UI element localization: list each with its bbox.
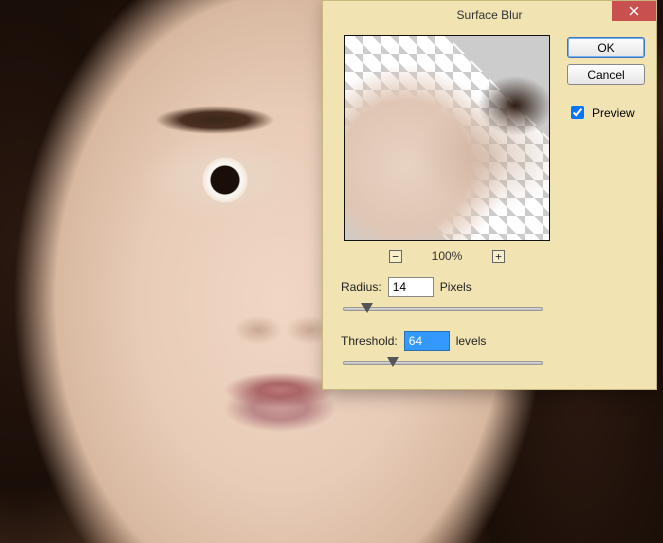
threshold-label: Threshold: <box>341 334 398 348</box>
radius-param: Radius: Pixels <box>341 277 553 317</box>
cancel-button[interactable]: Cancel <box>567 64 645 85</box>
radius-unit: Pixels <box>440 280 472 294</box>
preview-label: Preview <box>592 106 635 120</box>
slider-track <box>343 307 543 311</box>
preview-toggle[interactable]: Preview <box>567 103 645 122</box>
threshold-unit: levels <box>456 334 487 348</box>
close-button[interactable] <box>612 1 656 21</box>
zoom-in-button[interactable]: + <box>492 250 505 263</box>
zoom-value: 100% <box>430 249 464 263</box>
ok-label: OK <box>597 41 614 55</box>
plus-icon: + <box>495 251 502 262</box>
dialog-title: Surface Blur <box>323 8 656 22</box>
slider-thumb[interactable] <box>387 357 399 367</box>
titlebar[interactable]: Surface Blur <box>323 1 656 29</box>
threshold-param: Threshold: levels <box>341 331 553 371</box>
slider-thumb[interactable] <box>361 303 373 313</box>
radius-slider[interactable] <box>343 301 543 317</box>
minus-icon: − <box>392 251 399 262</box>
threshold-input[interactable] <box>404 331 450 351</box>
preview-checkbox[interactable] <box>571 106 584 119</box>
slider-track <box>343 361 543 365</box>
preview-thumbnail[interactable] <box>344 35 550 241</box>
close-icon <box>629 6 639 16</box>
radius-input[interactable] <box>388 277 434 297</box>
surface-blur-dialog: Surface Blur − 100% + Radius: <box>322 0 657 390</box>
ok-button[interactable]: OK <box>567 37 645 58</box>
radius-label: Radius: <box>341 280 382 294</box>
threshold-slider[interactable] <box>343 355 543 371</box>
zoom-out-button[interactable]: − <box>389 250 402 263</box>
cancel-label: Cancel <box>587 68 624 82</box>
